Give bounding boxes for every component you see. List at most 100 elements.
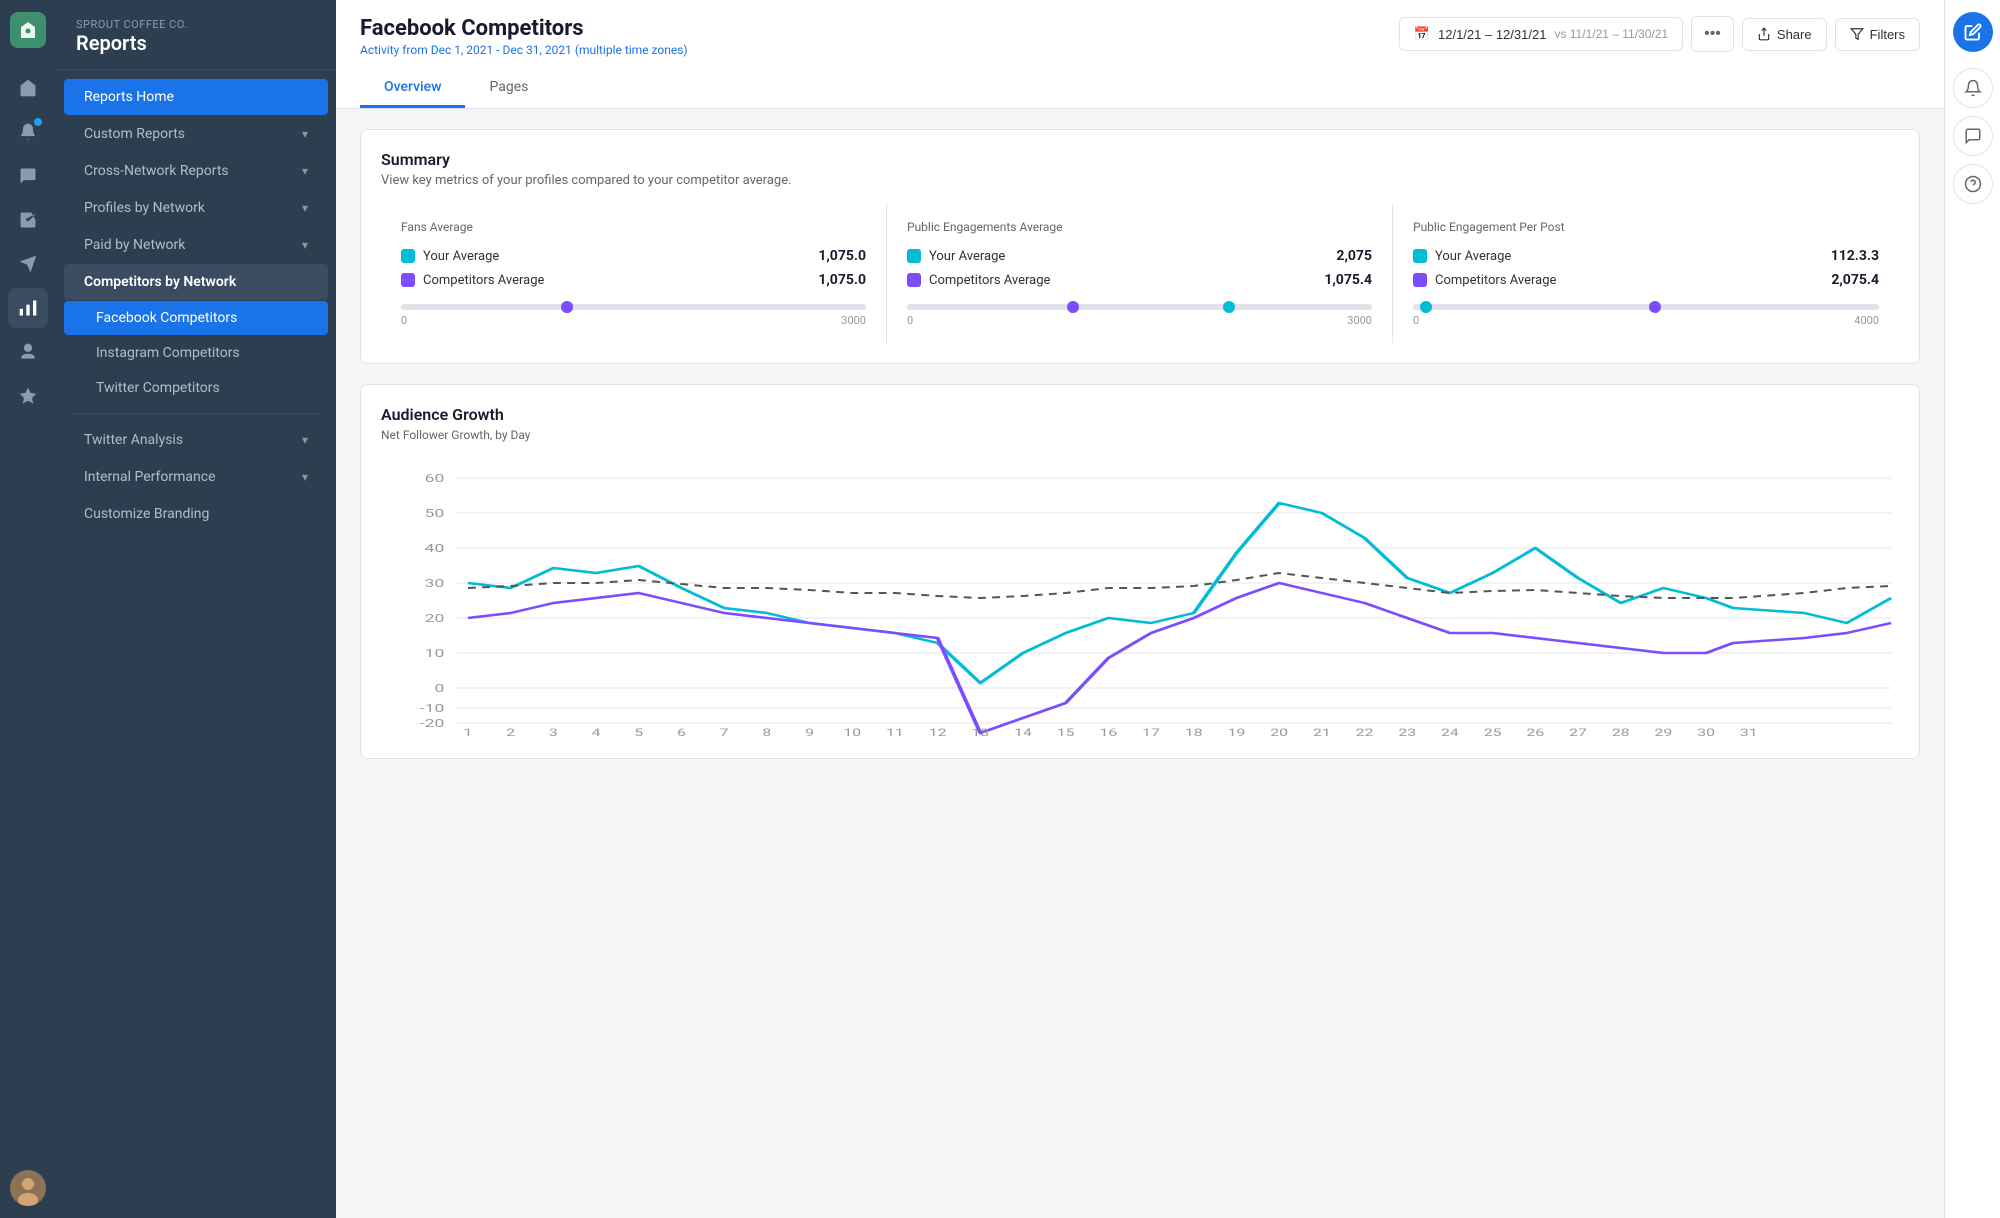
sidebar-item-profiles-by-network[interactable]: Profiles by Network ▾ (64, 190, 328, 226)
svg-text:26: 26 (1526, 728, 1544, 738)
purple-line (468, 583, 1891, 733)
sidebar-header: Sprout Coffee Co. Reports (56, 0, 336, 70)
summary-grid: Fans Average Your Average 1,075.0 Compet… (381, 204, 1899, 343)
nav-icon-automation[interactable] (8, 332, 48, 372)
tab-overview[interactable]: Overview (360, 69, 465, 108)
chevron-down-icon: ▾ (302, 127, 308, 141)
legend-your: Your Average (1413, 249, 1511, 264)
audience-growth-card: Audience Growth Net Follower Growth, by … (360, 384, 1920, 759)
tab-pages[interactable]: Pages (465, 69, 552, 108)
metric-label: Fans Average (401, 220, 866, 234)
more-options-button[interactable]: ••• (1691, 16, 1734, 52)
chevron-down-icon: ▾ (302, 238, 308, 252)
chart-label: Net Follower Growth, by Day (381, 428, 1899, 442)
sidebar-item-reports-home[interactable]: Reports Home (64, 79, 328, 115)
svg-text:4: 4 (592, 728, 602, 738)
filters-button[interactable]: Filters (1835, 18, 1920, 51)
nav-icon-publish[interactable] (8, 244, 48, 284)
bar-labels: 0 3000 (401, 314, 866, 327)
svg-text:13: 13 (971, 728, 989, 738)
nav-icon-reports[interactable] (8, 288, 48, 328)
sidebar-item-internal-performance[interactable]: Internal Performance ▾ (64, 459, 328, 495)
notification-bell-icon[interactable] (1953, 68, 1993, 108)
nav-icon-messages[interactable] (8, 156, 48, 196)
date-range-button[interactable]: 📅 12/1/21 – 12/31/21 vs 11/1/21 – 11/30/… (1399, 17, 1683, 51)
nav-icon-home[interactable] (8, 68, 48, 108)
app-logo[interactable] (10, 12, 46, 48)
teal-line (468, 503, 1891, 683)
sidebar: Sprout Coffee Co. Reports Reports Home C… (56, 0, 336, 1218)
svg-text:40: 40 (425, 542, 445, 555)
svg-text:8: 8 (762, 728, 771, 738)
filter-icon (1850, 27, 1864, 41)
sidebar-item-customize-branding[interactable]: Customize Branding (64, 496, 328, 532)
svg-text:10: 10 (843, 728, 861, 738)
tabs: Overview Pages (360, 69, 1920, 108)
sidebar-item-competitors-by-network[interactable]: Competitors by Network (64, 264, 328, 300)
sidebar-item-instagram-competitors[interactable]: Instagram Competitors (64, 336, 328, 370)
svg-text:12: 12 (929, 728, 947, 738)
svg-text:24: 24 (1441, 728, 1459, 738)
metric-label: Public Engagement Per Post (1413, 220, 1879, 234)
metric-bar: 0 3000 (907, 304, 1372, 327)
svg-text:3: 3 (549, 728, 558, 738)
main-header: Facebook Competitors Activity from Dec 1… (336, 0, 1944, 109)
comp-label: Competitors Average (929, 273, 1050, 288)
share-label: Share (1777, 27, 1812, 42)
bar-track (1413, 304, 1879, 310)
comp-bar-marker (1067, 301, 1079, 313)
share-button[interactable]: Share (1742, 18, 1827, 51)
sidebar-item-facebook-competitors[interactable]: Facebook Competitors (64, 301, 328, 335)
sidebar-item-label: Custom Reports (84, 126, 185, 142)
comp-label: Competitors Average (423, 273, 544, 288)
user-avatar[interactable] (10, 1170, 46, 1206)
metric-engagement-per-post: Public Engagement Per Post Your Average … (1393, 204, 1899, 343)
comp-value: 1,075.4 (1324, 272, 1372, 288)
date-range-text: 12/1/21 – 12/31/21 (1438, 27, 1546, 42)
bar-labels: 0 3000 (907, 314, 1372, 327)
svg-text:2: 2 (506, 728, 515, 738)
sidebar-item-label: Cross-Network Reports (84, 163, 229, 179)
svg-text:19: 19 (1228, 728, 1246, 738)
metric-row-your: Your Average 2,075 (907, 248, 1372, 264)
brand-name: Sprout Coffee Co. (76, 18, 316, 31)
sidebar-item-label: Twitter Analysis (84, 432, 183, 448)
page-title: Facebook Competitors (360, 16, 688, 41)
summary-card: Summary View key metrics of your profile… (360, 129, 1920, 364)
compose-button[interactable] (1953, 12, 1993, 52)
svg-text:22: 22 (1356, 728, 1374, 738)
svg-text:14: 14 (1014, 728, 1032, 738)
bar-track (907, 304, 1372, 310)
svg-text:28: 28 (1612, 728, 1630, 738)
sidebar-item-custom-reports[interactable]: Custom Reports ▾ (64, 116, 328, 152)
legend-comp: Competitors Average (907, 273, 1050, 288)
chevron-down-icon: ▾ (302, 433, 308, 447)
nav-icon-tasks[interactable] (8, 200, 48, 240)
filters-label: Filters (1870, 27, 1905, 42)
metric-row-comp: Competitors Average 1,075.0 (401, 272, 866, 288)
bar-track (401, 304, 866, 310)
help-icon[interactable] (1953, 164, 1993, 204)
metric-public-engagements: Public Engagements Average Your Average … (887, 204, 1393, 343)
sidebar-item-cross-network[interactable]: Cross-Network Reports ▾ (64, 153, 328, 189)
comp-label: Competitors Average (1435, 273, 1556, 288)
nav-icon-notifications[interactable] (8, 112, 48, 152)
sidebar-item-label: Profiles by Network (84, 200, 205, 216)
svg-text:15: 15 (1057, 728, 1075, 738)
sidebar-item-paid-by-network[interactable]: Paid by Network ▾ (64, 227, 328, 263)
teal-dot (401, 249, 415, 263)
comp-bar-marker (1649, 301, 1661, 313)
sidebar-item-twitter-competitors[interactable]: Twitter Competitors (64, 371, 328, 405)
chat-icon[interactable] (1953, 116, 1993, 156)
sidebar-item-label: Internal Performance (84, 469, 216, 485)
nav-icon-star[interactable] (8, 376, 48, 416)
sidebar-item-label: Facebook Competitors (96, 310, 237, 326)
svg-text:18: 18 (1185, 728, 1203, 738)
icon-rail (0, 0, 56, 1218)
sidebar-item-label: Reports Home (84, 89, 174, 105)
subtitle-link[interactable]: multiple (579, 43, 622, 57)
sidebar-item-label: Competitors by Network (84, 274, 236, 290)
sidebar-item-twitter-analysis[interactable]: Twitter Analysis ▾ (64, 422, 328, 458)
teal-dot (1413, 249, 1427, 263)
metric-row-comp: Competitors Average 1,075.4 (907, 272, 1372, 288)
